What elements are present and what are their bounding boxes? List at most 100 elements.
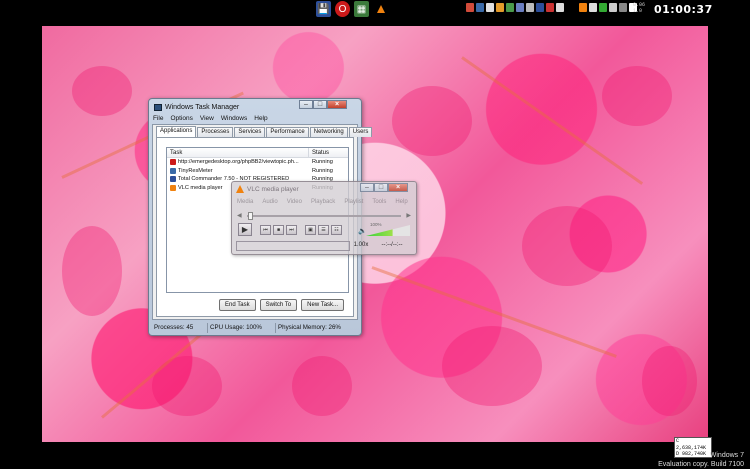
tray-app-icon[interactable] (556, 3, 564, 12)
close-button[interactable]: × (327, 100, 347, 109)
wallpaper-flower (602, 66, 672, 126)
status-bar: Processes: 45 CPU Usage: 100% Physical M… (152, 323, 358, 333)
vlc-window[interactable]: VLC media player – □ × Media Audio Video… (231, 181, 417, 255)
column-header-status[interactable]: Status (309, 148, 329, 157)
menu-bar: Media Audio Video Playback Playlist Tool… (237, 199, 408, 205)
watermark-line: Evaluation copy. Build 7100 (658, 461, 744, 468)
system-tray-left (466, 3, 564, 15)
tray-app-icon[interactable] (466, 3, 474, 12)
menu-windows[interactable]: Windows (221, 115, 247, 122)
opera-icon (170, 159, 176, 166)
task-buttons: End Task Switch To New Task... (219, 299, 345, 311)
speaker-icon[interactable]: 🔈 (358, 227, 367, 235)
seek-forward-icon[interactable]: ▶ (406, 212, 411, 219)
menu-playlist[interactable]: Playlist (344, 199, 363, 205)
end-task-button[interactable]: End Task (219, 299, 256, 311)
system-tray-right (579, 3, 637, 15)
task-cell: TinyResMeter (167, 167, 309, 174)
wallpaper-flower (442, 326, 542, 406)
top-taskbar: 💾 O ▦ 0.06 1.0 01:00:37 (0, 0, 750, 24)
task-manager-icon (154, 103, 162, 111)
switch-to-button[interactable]: Switch To (259, 299, 298, 311)
maximize-button[interactable]: □ (313, 100, 327, 109)
table-row[interactable]: http://emergedesktop.org/phpBB2/viewtopi… (167, 158, 348, 167)
volume-control[interactable]: 🔈 100% (358, 222, 410, 236)
tray-meter-value: 1.0 (633, 8, 643, 14)
seek-bar[interactable]: ◀ ▶ (237, 212, 411, 220)
menu-bar: File Options View Windows Help (153, 115, 268, 122)
playlist-button[interactable]: ☰ (318, 224, 329, 235)
task-status: Running (312, 159, 333, 166)
window-controls: – □ × (299, 100, 347, 109)
tray-app-icon[interactable] (619, 3, 627, 12)
list-header: Task Status (167, 148, 348, 158)
window-title: VLC media player (247, 185, 299, 193)
previous-button[interactable]: ⏮ (260, 224, 271, 235)
total-commander-icon[interactable]: 💾 (316, 1, 331, 17)
seek-track[interactable] (247, 215, 401, 217)
playback-time[interactable]: --:--/--:-- (372, 241, 412, 251)
quick-launch: 💾 O ▦ (316, 1, 388, 18)
menu-file[interactable]: File (153, 115, 163, 122)
vlc-icon[interactable] (373, 1, 388, 17)
tab-performance[interactable]: Performance (266, 127, 309, 137)
play-button[interactable]: ▶ (238, 223, 252, 236)
tray-app-icon[interactable] (609, 3, 617, 12)
tray-app-icon[interactable] (536, 3, 544, 12)
seek-back-icon[interactable]: ◀ (237, 212, 242, 219)
window-controls: – □ × (360, 183, 408, 192)
menu-help[interactable]: Help (254, 115, 267, 122)
task-manager-icon[interactable]: ▦ (354, 1, 369, 17)
new-task-button[interactable]: New Task... (301, 299, 345, 311)
menu-tools[interactable]: Tools (372, 199, 386, 205)
minimize-button[interactable]: – (360, 183, 374, 192)
menu-audio[interactable]: Audio (262, 199, 277, 205)
tray-app-icon[interactable] (526, 3, 534, 12)
tray-app-icon[interactable] (589, 3, 597, 12)
task-name: VLC media player (178, 184, 223, 191)
maximize-button[interactable]: □ (374, 183, 388, 192)
stop-button[interactable]: ■ (273, 224, 284, 235)
menu-options[interactable]: Options (170, 115, 192, 122)
task-status: Running (312, 167, 333, 174)
tray-firefox-icon[interactable] (496, 3, 504, 12)
tray-app-icon[interactable] (599, 3, 607, 12)
window-title-bar[interactable]: VLC media player (236, 185, 299, 193)
column-header-task[interactable]: Task (167, 148, 309, 157)
menu-help[interactable]: Help (395, 199, 407, 205)
menu-video[interactable]: Video (287, 199, 302, 205)
tray-app-icon[interactable] (506, 3, 514, 12)
tray-app-icon[interactable] (516, 3, 524, 12)
playback-speed[interactable]: 1.00x (350, 241, 372, 251)
tab-bar: Applications Processes Services Performa… (156, 126, 373, 137)
table-row[interactable]: TinyResMeter Running (167, 167, 348, 176)
tray-app-icon[interactable] (546, 3, 554, 12)
window-title: Windows Task Manager (165, 103, 240, 111)
fullscreen-button[interactable]: ▣ (305, 224, 316, 235)
tray-meter: 0.06 1.0 (633, 2, 645, 14)
screen: 💾 O ▦ 0.06 1.0 01:00:37 Windows Task Man… (0, 0, 750, 469)
tray-vlc-icon[interactable] (579, 3, 587, 12)
tray-app-icon[interactable] (486, 3, 494, 12)
vlc-cone-icon (170, 184, 176, 191)
tab-applications[interactable]: Applications (156, 126, 197, 137)
menu-view[interactable]: View (200, 115, 214, 122)
wallpaper-flower (292, 356, 352, 416)
extended-settings-button[interactable]: ☷ (331, 224, 342, 235)
tab-processes[interactable]: Processes (197, 127, 234, 137)
window-title-bar[interactable]: Windows Task Manager (154, 102, 239, 112)
next-button[interactable]: ⏭ (286, 224, 297, 235)
seek-handle[interactable] (248, 212, 253, 220)
tab-users[interactable]: Users (348, 127, 373, 137)
menu-playback[interactable]: Playback (311, 199, 335, 205)
clock[interactable]: 01:00:37 (654, 3, 713, 16)
tab-networking[interactable]: Networking (309, 127, 348, 137)
task-cell: http://emergedesktop.org/phpBB2/viewtopi… (167, 159, 309, 166)
volume-percent: 100% (370, 222, 382, 227)
tab-services[interactable]: Services (234, 127, 266, 137)
tray-network-icon[interactable] (476, 3, 484, 12)
close-button[interactable]: × (388, 183, 408, 192)
minimize-button[interactable]: – (299, 100, 313, 109)
menu-media[interactable]: Media (237, 199, 253, 205)
opera-icon[interactable]: O (335, 1, 350, 17)
